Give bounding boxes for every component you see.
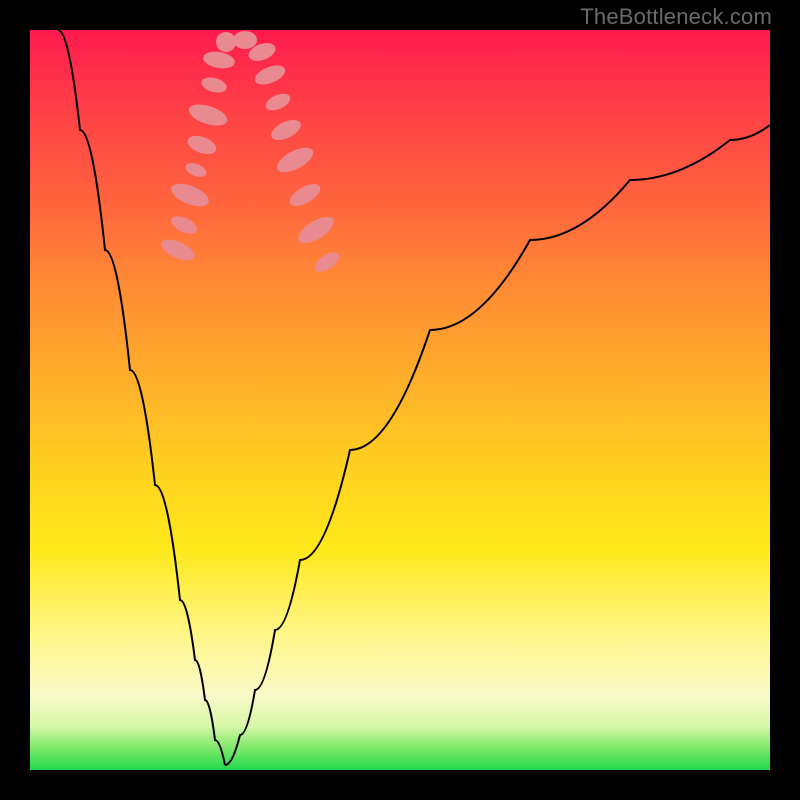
bead — [273, 143, 317, 178]
bead — [286, 180, 323, 211]
bead — [294, 212, 337, 248]
plot-area — [30, 30, 770, 770]
watermark-text: TheBottleneck.com — [580, 4, 772, 30]
bead — [268, 116, 304, 144]
curve-right-branch — [225, 125, 770, 765]
bead — [311, 248, 342, 275]
bead — [168, 179, 212, 211]
bead — [158, 235, 197, 265]
bead — [233, 31, 257, 49]
bead — [168, 213, 199, 238]
bead — [252, 62, 288, 89]
bead — [186, 100, 230, 129]
bead — [200, 75, 229, 95]
bead — [216, 32, 236, 52]
bead — [184, 160, 209, 179]
bead — [263, 90, 292, 113]
beads-group — [158, 31, 342, 276]
chart-frame: TheBottleneck.com — [0, 0, 800, 800]
bead — [202, 49, 236, 70]
bead — [185, 132, 219, 157]
curve-layer — [30, 30, 770, 770]
